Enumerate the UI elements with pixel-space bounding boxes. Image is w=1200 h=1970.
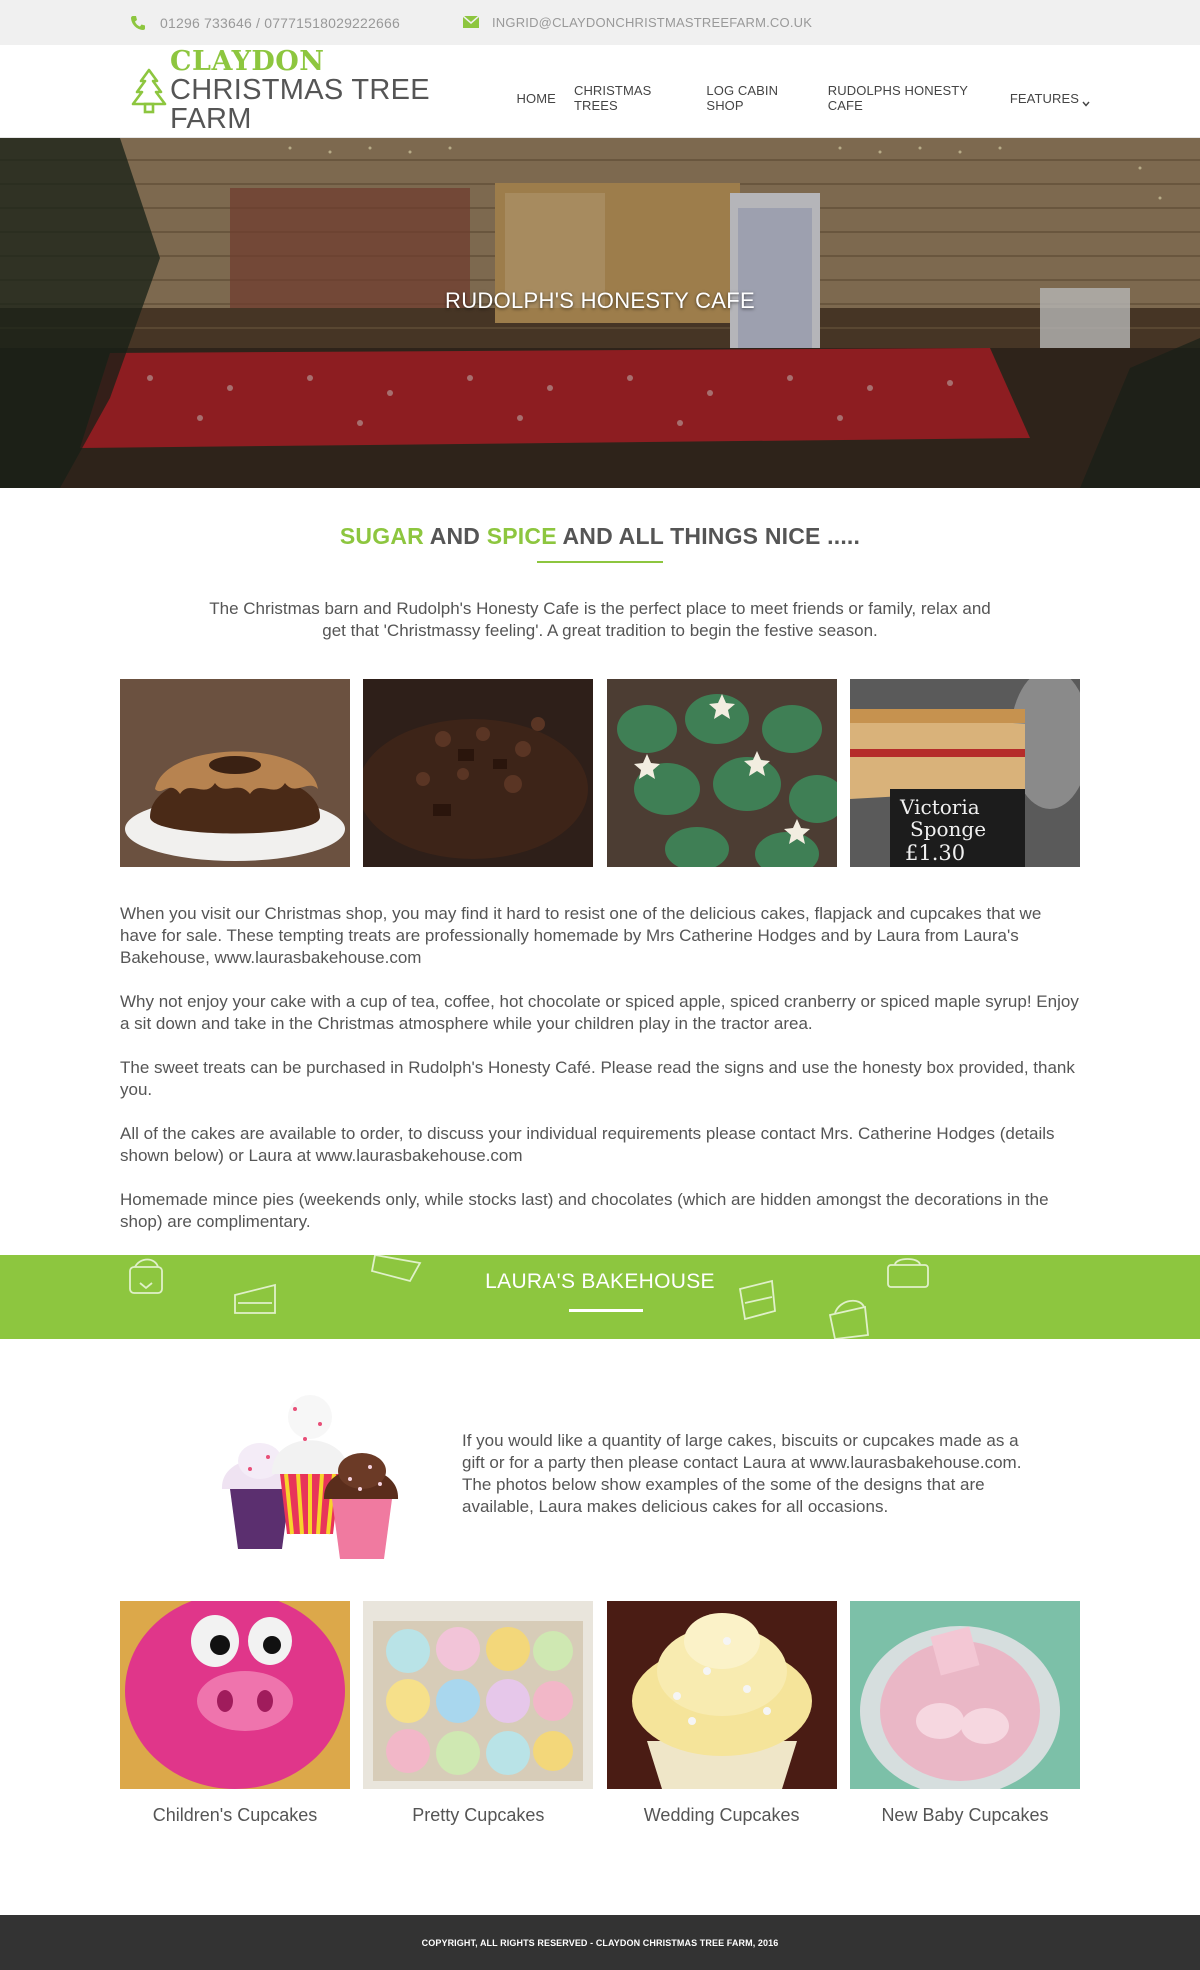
gallery-item-wedding[interactable]: Wedding Cupcakes	[606, 1601, 837, 1826]
nav-christmas-trees[interactable]: CHRISTMAS TREES	[574, 83, 688, 113]
childrens-cupcakes-photo[interactable]	[120, 1601, 350, 1789]
sign-text-sponge: Sponge	[910, 817, 986, 841]
intro-heading-underline	[537, 561, 663, 563]
bakehouse-title-underline	[569, 1309, 643, 1312]
hero-title: RUDOLPH'S HONESTY CAFE	[445, 288, 755, 313]
cupcakes-illustration	[221, 1395, 399, 1559]
cupcake-gallery: Children's Cupcakes Pretty Cupcakes Wedd…	[120, 1601, 1080, 1826]
logo-text: CLAYDON CHRISTMAS TREE FARM	[170, 48, 499, 134]
pretty-cupcakes-photo[interactable]	[363, 1601, 594, 1789]
bakehouse-banner: LAURA'S BAKEHOUSE	[0, 1255, 1200, 1339]
bakehouse-title: LAURA'S BAKEHOUSE	[485, 1270, 715, 1293]
chevron-down-icon	[1082, 95, 1090, 107]
caption-new-baby-cupcakes: New Baby Cupcakes	[881, 1805, 1049, 1825]
copyright-text: COPYRIGHT, ALL RIGHTS RESERVED - CLAYDON…	[421, 1937, 779, 1948]
wedding-cupcakes-photo[interactable]	[606, 1601, 837, 1789]
gallery-item-childrens[interactable]: Children's Cupcakes	[120, 1601, 350, 1826]
intro-heading-rest: AND ALL THINGS NICE .....	[556, 523, 861, 549]
content-paragraph-2: Why not enjoy your cake with a cup of te…	[120, 992, 1079, 1033]
gallery-item-pretty[interactable]: Pretty Cupcakes	[363, 1601, 594, 1826]
intro-text: The Christmas barn and Rudolph's Honesty…	[209, 599, 991, 640]
christmas-tree-icon	[130, 67, 168, 115]
intro-heading-sugar: SUGAR	[339, 523, 424, 549]
main-nav: HOME CHRISTMAS TREES LOG CABIN SHOP RUDO…	[499, 69, 1090, 113]
nav-features[interactable]: FEATURES	[1009, 90, 1090, 107]
phone-contact[interactable]: 01296 733646 / 07771518029222666	[130, 15, 400, 31]
email-address: ingrid@claydonchristmastreefarm.co.uk	[491, 15, 813, 30]
caption-childrens-cupcakes: Children's Cupcakes	[152, 1805, 318, 1825]
top-contact-bar: 01296 733646 / 07771518029222666 ingrid@…	[0, 0, 1200, 45]
cake-gallery: Victoria Sponge £1.30	[120, 679, 1080, 867]
content-paragraph-1: When you visit our Christmas shop, you m…	[120, 904, 1042, 967]
christmas-tree-cupcakes-photo[interactable]	[606, 679, 837, 867]
phone-number: 01296 733646 / 07771518029222666	[160, 14, 400, 31]
content-paragraph-4: All of the cakes are available to order,…	[120, 1124, 1055, 1165]
sign-text-victoria: Victoria	[899, 795, 980, 819]
caption-pretty-cupcakes: Pretty Cupcakes	[412, 1805, 545, 1825]
victoria-sponge-photo[interactable]: Victoria Sponge £1.30	[849, 679, 1080, 867]
new-baby-cupcakes-photo[interactable]	[849, 1601, 1080, 1789]
email-contact[interactable]: ingrid@claydonchristmastreefarm.co.uk	[462, 14, 813, 31]
logo-subtitle: CHRISTMAS TREE FARM	[170, 74, 430, 135]
site-logo[interactable]: CLAYDON CHRISTMAS TREE FARM	[130, 48, 499, 134]
nav-features-label: FEATURES	[1009, 90, 1080, 106]
content-paragraph-3: The sweet treats can be purchased in Rud…	[120, 1058, 1075, 1099]
intro-heading-and: AND	[423, 523, 487, 549]
page: 01296 733646 / 07771518029222666 ingrid@…	[0, 0, 1200, 1970]
logo-title: CLAYDON	[170, 46, 325, 77]
nav-log-cabin-shop[interactable]: LOG CABIN SHOP	[706, 83, 809, 113]
intro-heading: SUGAR AND SPICE AND ALL THINGS NICE ....…	[0, 523, 1200, 550]
envelope-icon	[462, 14, 482, 31]
chocolate-cake-photo[interactable]	[363, 679, 594, 867]
caramel-bundt-cake-photo[interactable]	[120, 679, 350, 867]
site-header: CLAYDON CHRISTMAS TREE FARM HOME CHRISTM…	[0, 45, 1200, 138]
phone-icon	[130, 15, 150, 31]
cafe-description: When you visit our Christmas shop, you m…	[120, 903, 1080, 1233]
nav-rudolphs-honesty-cafe[interactable]: RUDOLPHS HONESTY CAFE	[828, 83, 992, 113]
content-paragraph-5: Homemade mince pies (weekends only, whil…	[120, 1190, 1049, 1231]
bakehouse-intro: If you would like a quantity of large ca…	[120, 1379, 1080, 1569]
cake-doodle-icons	[129, 1255, 929, 1339]
bakehouse-text: If you would like a quantity of large ca…	[462, 1431, 1022, 1516]
nav-home[interactable]: HOME	[517, 91, 556, 106]
site-footer: COPYRIGHT, ALL RIGHTS RESERVED - CLAYDON…	[0, 1915, 1200, 1970]
sign-text-price: £1.30	[905, 841, 965, 865]
caption-wedding-cupcakes: Wedding Cupcakes	[643, 1805, 800, 1825]
gallery-item-new-baby[interactable]: New Baby Cupcakes	[849, 1601, 1080, 1826]
hero-banner: RUDOLPH'S HONESTY CAFE	[0, 138, 1200, 488]
intro-heading-spice: SPICE	[486, 523, 557, 549]
